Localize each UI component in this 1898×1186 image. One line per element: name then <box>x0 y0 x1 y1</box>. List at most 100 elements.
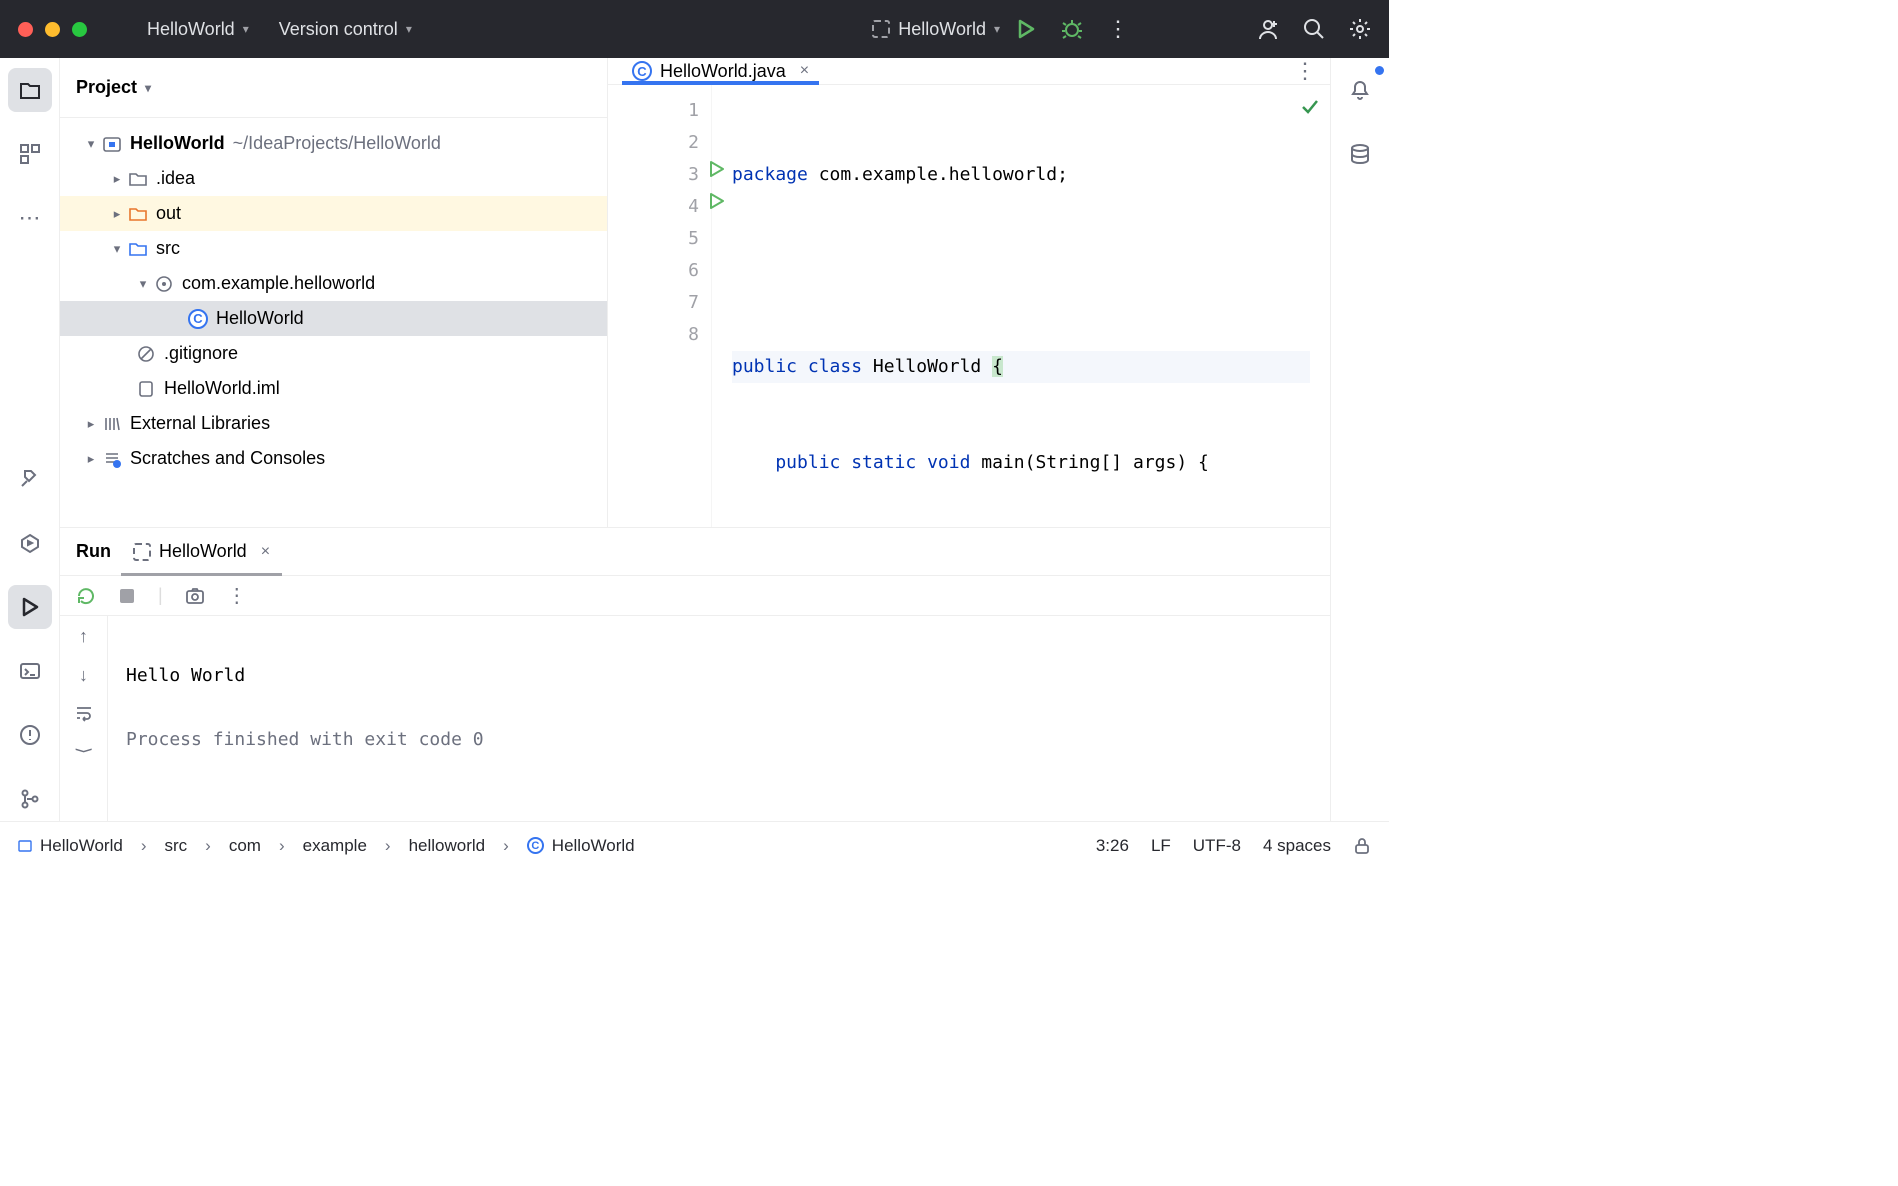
chevron-down-icon: ▾ <box>994 22 1000 36</box>
chevron-right-icon: › <box>205 836 211 856</box>
maximize-window-button[interactable] <box>72 22 87 37</box>
crumb-item[interactable]: helloworld <box>409 836 486 856</box>
editor-tabs: C HelloWorld.java × ⋮ <box>608 58 1330 85</box>
git-tool-button[interactable] <box>8 777 52 821</box>
search-icon[interactable] <box>1303 18 1325 40</box>
left-tool-stripe: ⋯ <box>0 58 59 821</box>
chevron-down-icon: ▾ <box>406 22 412 36</box>
problems-tool-button[interactable] <box>8 713 52 757</box>
run-button[interactable] <box>1015 18 1037 40</box>
tree-label: src <box>156 238 180 259</box>
run-tab-label: HelloWorld <box>159 541 247 562</box>
tree-row-out[interactable]: ▸ out <box>60 196 607 231</box>
run-config-selector[interactable]: HelloWorld ▾ <box>872 19 1000 40</box>
folder-icon <box>126 170 150 188</box>
run-tab[interactable]: HelloWorld × <box>121 528 282 575</box>
tree-label: Scratches and Consoles <box>130 448 325 469</box>
minimize-window-button[interactable] <box>45 22 60 37</box>
chevron-down-icon: ▾ <box>145 81 151 95</box>
more-actions-icon[interactable]: ⋮ <box>227 583 247 608</box>
close-tab-icon[interactable]: × <box>261 543 270 561</box>
terminal-tool-button[interactable] <box>8 649 52 693</box>
chevron-right-icon[interactable]: ▸ <box>108 171 126 187</box>
chevron-down-icon[interactable]: ▾ <box>82 136 100 152</box>
tree-row-package[interactable]: ▾ com.example.helloworld <box>60 266 607 301</box>
chevron-right-icon[interactable]: ▸ <box>82 416 100 432</box>
readonly-toggle-icon[interactable] <box>1353 837 1371 855</box>
chevron-down-icon[interactable]: ▾ <box>134 276 152 292</box>
editor-tab-label: HelloWorld.java <box>660 61 786 82</box>
cursor-position[interactable]: 3:26 <box>1096 836 1129 856</box>
tree-row-class-selected[interactable]: C HelloWorld <box>60 301 607 336</box>
crumb-item[interactable]: com <box>229 836 261 856</box>
project-root-path: ~/IdeaProjects/HelloWorld <box>233 133 441 154</box>
console-output[interactable]: Hello World Process finished with exit c… <box>108 616 1330 821</box>
source-folder-icon <box>126 240 150 258</box>
services-tool-button[interactable] <box>8 521 52 565</box>
tree-row-gitignore[interactable]: .gitignore <box>60 336 607 371</box>
close-window-button[interactable] <box>18 22 33 37</box>
crumb-item[interactable]: src <box>165 836 188 856</box>
chevron-right-icon[interactable]: ▸ <box>108 206 126 222</box>
crumb-item[interactable]: example <box>303 836 367 856</box>
tree-row-iml[interactable]: HelloWorld.iml <box>60 371 607 406</box>
chevron-right-icon: › <box>141 836 147 856</box>
file-encoding[interactable]: UTF-8 <box>1193 836 1241 856</box>
crumb-item[interactable]: HelloWorld <box>40 836 123 856</box>
tree-row-scratches[interactable]: ▸ Scratches and Consoles <box>60 441 607 476</box>
console-line: Hello World <box>126 665 245 686</box>
run-tabs: Run HelloWorld × <box>60 528 1330 576</box>
debug-button[interactable] <box>1061 18 1083 40</box>
tree-row-idea[interactable]: ▸ .idea <box>60 161 607 196</box>
rerun-button[interactable] <box>76 586 96 606</box>
editor-tab[interactable]: C HelloWorld.java × <box>622 58 819 84</box>
excluded-folder-icon <box>126 205 150 223</box>
run-side-actions: ↑ ↓ ⟩ <box>60 616 108 821</box>
tree-label: out <box>156 203 181 224</box>
code-with-me-icon[interactable] <box>1257 18 1279 40</box>
status-bar: HelloWorld › src › com › example › hello… <box>0 821 1389 869</box>
structure-tool-button[interactable] <box>8 132 52 176</box>
settings-icon[interactable] <box>1349 18 1371 40</box>
console-exit-line: Process finished with exit code 0 <box>126 729 484 750</box>
editor-tab-menu-icon[interactable]: ⋮ <box>1294 58 1316 84</box>
more-actions-icon[interactable]: ⋮ <box>1107 18 1129 40</box>
tree-label: External Libraries <box>130 413 270 434</box>
run-toolbar: | ⋮ <box>60 576 1330 616</box>
run-tool-window: Run HelloWorld × | ⋮ ↑ ↓ ⟩ <box>60 527 1330 821</box>
module-icon <box>100 135 124 153</box>
line-separator[interactable]: LF <box>1151 836 1171 856</box>
class-icon: C <box>527 837 544 854</box>
more-tools-icon[interactable]: ⋯ <box>8 196 52 240</box>
build-tool-button[interactable] <box>8 457 52 501</box>
stop-button[interactable] <box>118 587 136 605</box>
tree-label: HelloWorld <box>216 308 304 329</box>
soft-wrap-icon[interactable] <box>75 704 93 722</box>
notifications-button[interactable] <box>1338 68 1382 112</box>
run-tool-button[interactable] <box>8 585 52 629</box>
project-dropdown[interactable]: HelloWorld ▾ <box>147 19 249 40</box>
project-tool-button[interactable] <box>8 68 52 112</box>
code-editor[interactable]: 1 2 3 4 5 6 7 8 package com.example.hell… <box>608 85 1330 527</box>
vcs-dropdown[interactable]: Version control ▾ <box>279 19 412 40</box>
screenshot-button[interactable] <box>185 586 205 606</box>
down-arrow-icon[interactable]: ↓ <box>79 665 88 686</box>
tree-row-external-libs[interactable]: ▸ External Libraries <box>60 406 607 441</box>
crumb-item[interactable]: HelloWorld <box>552 836 635 856</box>
vcs-label: Version control <box>279 19 398 40</box>
tree-label: com.example.helloworld <box>182 273 375 294</box>
tree-row-src[interactable]: ▾ src <box>60 231 607 266</box>
project-pane-header[interactable]: Project ▾ <box>60 58 607 118</box>
close-tab-icon[interactable]: × <box>800 62 809 80</box>
scroll-to-end-icon[interactable]: ⟩ <box>73 747 94 754</box>
run-gutter-icon[interactable] <box>709 161 725 177</box>
chevron-right-icon[interactable]: ▸ <box>82 451 100 467</box>
run-gutter-icon[interactable] <box>709 193 725 209</box>
indent-settings[interactable]: 4 spaces <box>1263 836 1331 856</box>
project-tree: ▾ HelloWorld ~/IdeaProjects/HelloWorld ▸… <box>60 118 607 527</box>
up-arrow-icon[interactable]: ↑ <box>79 626 88 647</box>
inspection-ok-icon[interactable] <box>1300 97 1320 117</box>
chevron-down-icon[interactable]: ▾ <box>108 241 126 257</box>
database-tool-button[interactable] <box>1338 132 1382 176</box>
tree-row-project-root[interactable]: ▾ HelloWorld ~/IdeaProjects/HelloWorld <box>60 126 607 161</box>
